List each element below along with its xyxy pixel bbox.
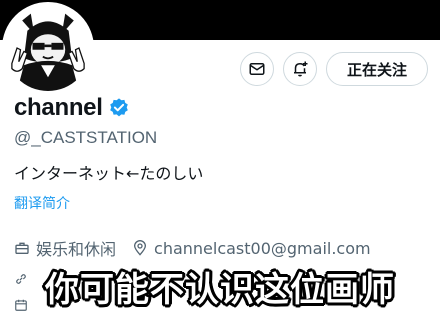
briefcase-icon bbox=[15, 242, 29, 254]
category-item: 娱乐和休闲 bbox=[14, 236, 116, 260]
email-label: channelcast00@gmail.com bbox=[154, 238, 371, 258]
profile-bio: インターネット←たのしい bbox=[14, 164, 204, 183]
bell-plus-icon bbox=[294, 61, 308, 77]
notify-button[interactable] bbox=[283, 52, 317, 86]
user-handle: @_CASTSTATION bbox=[14, 128, 158, 147]
category-label: 娱乐和休闲 bbox=[36, 240, 117, 259]
envelope-icon bbox=[249, 63, 265, 75]
profile-meta: 娱乐和休闲 channelcast00@gmail.com bbox=[14, 236, 387, 260]
avatar[interactable] bbox=[2, 2, 94, 94]
translate-bio-link[interactable]: 翻译简介 bbox=[14, 193, 70, 213]
avatar-illustration bbox=[5, 5, 91, 91]
video-caption: 你可能不认识这位画师 bbox=[45, 270, 395, 310]
location-pin-icon bbox=[134, 240, 147, 256]
verified-badge-icon[interactable] bbox=[108, 97, 130, 119]
following-button[interactable]: 正在关注 bbox=[326, 52, 428, 86]
display-name: channel bbox=[14, 94, 103, 121]
message-button[interactable] bbox=[240, 52, 274, 86]
name-row: channel bbox=[14, 94, 130, 122]
email-item: channelcast00@gmail.com bbox=[132, 239, 371, 258]
